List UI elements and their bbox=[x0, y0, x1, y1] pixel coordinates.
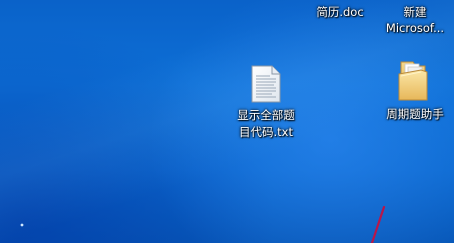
icon-label-new-microsoft-line2: Microsof... bbox=[385, 21, 445, 35]
text-file-icon bbox=[251, 65, 281, 103]
desktop-icon-resume-doc[interactable]: 简历.doc bbox=[300, 0, 380, 22]
folder-icon bbox=[398, 61, 428, 101]
icon-label-new-microsoft-line1: 新建 bbox=[403, 5, 427, 19]
icon-label-weekly-assistant: 周期题助手 bbox=[386, 107, 444, 121]
desktop-icon-new-microsoft[interactable]: 新建 Microsof... bbox=[376, 0, 454, 40]
desktop-icon-weekly-assistant-folder[interactable]: 周期题助手 bbox=[376, 58, 454, 128]
desktop[interactable]: 简历.doc 新建 Microsof... 显示全部题 目代码.txt 周期题助… bbox=[0, 0, 454, 243]
icon-label-resume-doc: 简历.doc bbox=[316, 5, 364, 19]
icon-label-show-all-code-line1: 显示全部题 bbox=[237, 108, 295, 122]
desktop-icon-show-all-code-txt[interactable]: 显示全部题 目代码.txt bbox=[226, 62, 306, 142]
icon-label-show-all-code-line2: 目代码.txt bbox=[239, 125, 293, 139]
